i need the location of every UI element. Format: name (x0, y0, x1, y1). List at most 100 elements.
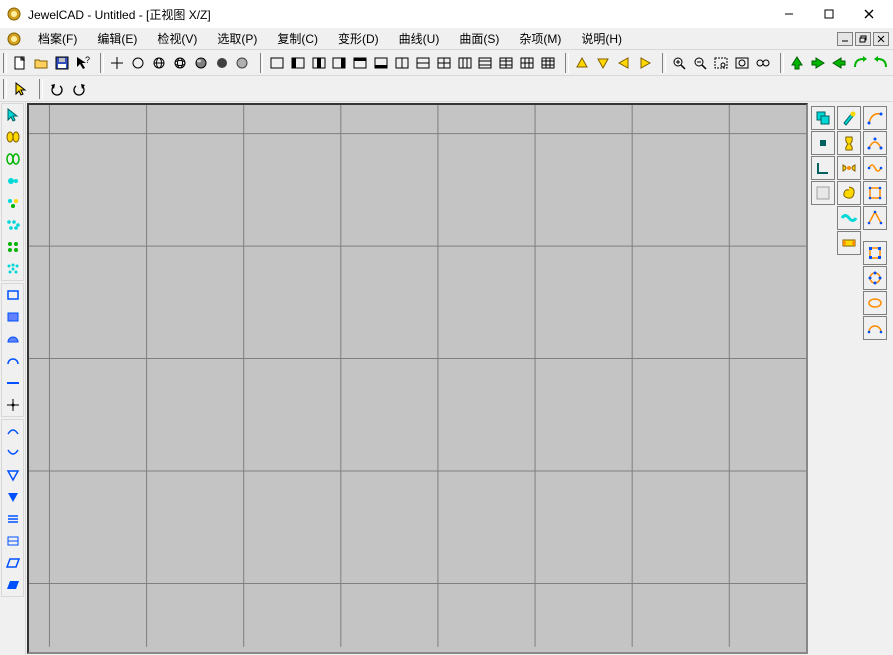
menu-edit[interactable]: 编辑(E) (87, 28, 147, 49)
globe-button[interactable] (149, 52, 170, 74)
circles-2-button[interactable] (2, 170, 24, 192)
crosshair-button[interactable] (107, 52, 128, 74)
mdi-close-button[interactable] (873, 32, 889, 46)
brush-button[interactable] (837, 106, 861, 130)
undo-button[interactable] (46, 78, 68, 100)
arc-tool-button[interactable] (2, 350, 24, 372)
arrow-left-green-button[interactable] (829, 52, 850, 74)
circles-5-button[interactable] (2, 214, 24, 236)
circles-3-button[interactable] (2, 192, 24, 214)
view-12-button[interactable] (496, 52, 517, 74)
view-13-button[interactable] (517, 52, 538, 74)
spline3-button[interactable] (863, 156, 887, 180)
corner-button[interactable] (811, 156, 835, 180)
toolbar-grip[interactable] (100, 53, 104, 73)
toolbar-grip[interactable] (3, 53, 7, 73)
minimize-button[interactable] (769, 0, 809, 28)
view-10-button[interactable] (454, 52, 475, 74)
semicircle-tool-button[interactable] (2, 328, 24, 350)
swirl-button[interactable] (837, 181, 861, 205)
wave-button[interactable] (837, 206, 861, 230)
zoom-region-button[interactable] (711, 52, 732, 74)
para-solid-button[interactable] (2, 574, 24, 596)
open-button[interactable] (31, 52, 52, 74)
toolbar-grip[interactable] (780, 53, 784, 73)
spline5-button[interactable] (863, 206, 887, 230)
disc-light-button[interactable] (232, 52, 253, 74)
menu-help[interactable]: 说明(H) (571, 28, 632, 49)
toolbar-grip[interactable] (39, 79, 43, 99)
menu-copy[interactable]: 复制(C) (267, 28, 328, 49)
help-cursor-button[interactable]: ? (72, 52, 93, 74)
layer-dup-button[interactable] (811, 106, 835, 130)
toolbar-grip[interactable] (662, 53, 666, 73)
spline4-button[interactable] (863, 181, 887, 205)
circles-cluster-button[interactable] (2, 236, 24, 258)
para-outline-button[interactable] (2, 552, 24, 574)
arc-shape-button[interactable] (863, 316, 887, 340)
mdi-minimize-button[interactable] (837, 32, 853, 46)
arrow-up-green-button[interactable] (787, 52, 808, 74)
view-2-button[interactable] (287, 52, 308, 74)
toolbar-grip[interactable] (3, 79, 7, 99)
ribbon-button[interactable] (837, 231, 861, 255)
menu-surface[interactable]: 曲面(S) (449, 28, 509, 49)
tri-down-solid-button[interactable] (2, 486, 24, 508)
menu-deform[interactable]: 变形(D) (328, 28, 389, 49)
spline2-button[interactable] (863, 131, 887, 155)
tri-down-outline-button[interactable] (2, 464, 24, 486)
select-arrow-button[interactable] (2, 104, 24, 126)
circles-cluster2-button[interactable] (2, 258, 24, 280)
new-button[interactable] (10, 52, 31, 74)
crosshair-tool-button[interactable] (2, 394, 24, 416)
ellipses-v-button[interactable] (2, 148, 24, 170)
disc-dark-button[interactable] (211, 52, 232, 74)
view-6-button[interactable] (371, 52, 392, 74)
tri-down-button[interactable] (593, 52, 614, 74)
small-sq-button[interactable] (811, 131, 835, 155)
view-7-button[interactable] (392, 52, 413, 74)
view-5-button[interactable] (350, 52, 371, 74)
curve-arrow-button[interactable] (849, 52, 870, 74)
menu-view[interactable]: 检视(V) (147, 28, 207, 49)
rect-tool-button[interactable] (2, 284, 24, 306)
view-8-button[interactable] (412, 52, 433, 74)
arrow-right-green-button[interactable] (808, 52, 829, 74)
sphere-grid-button[interactable] (169, 52, 190, 74)
close-button[interactable] (849, 0, 889, 28)
redo-arrow-button[interactable] (870, 52, 891, 74)
mdi-restore-button[interactable] (855, 32, 871, 46)
tri-left-button[interactable] (614, 52, 635, 74)
vase-button[interactable] (837, 131, 861, 155)
bow-button[interactable] (837, 156, 861, 180)
view-4-button[interactable] (329, 52, 350, 74)
arc-down-button[interactable] (2, 442, 24, 464)
menu-file[interactable]: 档案(F) (28, 28, 87, 49)
menu-misc[interactable]: 杂项(M) (509, 28, 571, 49)
pointer-button[interactable] (10, 78, 32, 100)
menu-select[interactable]: 选取(P) (207, 28, 267, 49)
redo-button[interactable] (68, 78, 90, 100)
rect-stripe-button[interactable] (2, 530, 24, 552)
view-1-button[interactable] (266, 52, 287, 74)
viewport-canvas[interactable] (27, 103, 808, 654)
line-tool-button[interactable] (2, 372, 24, 394)
toolbar-grip[interactable] (565, 53, 569, 73)
tri-right-button[interactable] (635, 52, 656, 74)
toolbar-grip[interactable] (260, 53, 264, 73)
view-11-button[interactable] (475, 52, 496, 74)
maximize-button[interactable] (809, 0, 849, 28)
stripes-button[interactable] (2, 508, 24, 530)
ellipse-tool-button[interactable] (863, 291, 887, 315)
view-3-button[interactable] (308, 52, 329, 74)
menu-curve[interactable]: 曲线(U) (389, 28, 450, 49)
ellipses-h-button[interactable] (2, 126, 24, 148)
shade-tool-button[interactable] (2, 306, 24, 328)
circle-button[interactable] (128, 52, 149, 74)
blank-button[interactable] (811, 181, 835, 205)
tri-up-button[interactable] (572, 52, 593, 74)
save-button[interactable] (52, 52, 73, 74)
zoom-in-button[interactable] (669, 52, 690, 74)
view-9-button[interactable] (433, 52, 454, 74)
node-circ-button[interactable] (863, 266, 887, 290)
